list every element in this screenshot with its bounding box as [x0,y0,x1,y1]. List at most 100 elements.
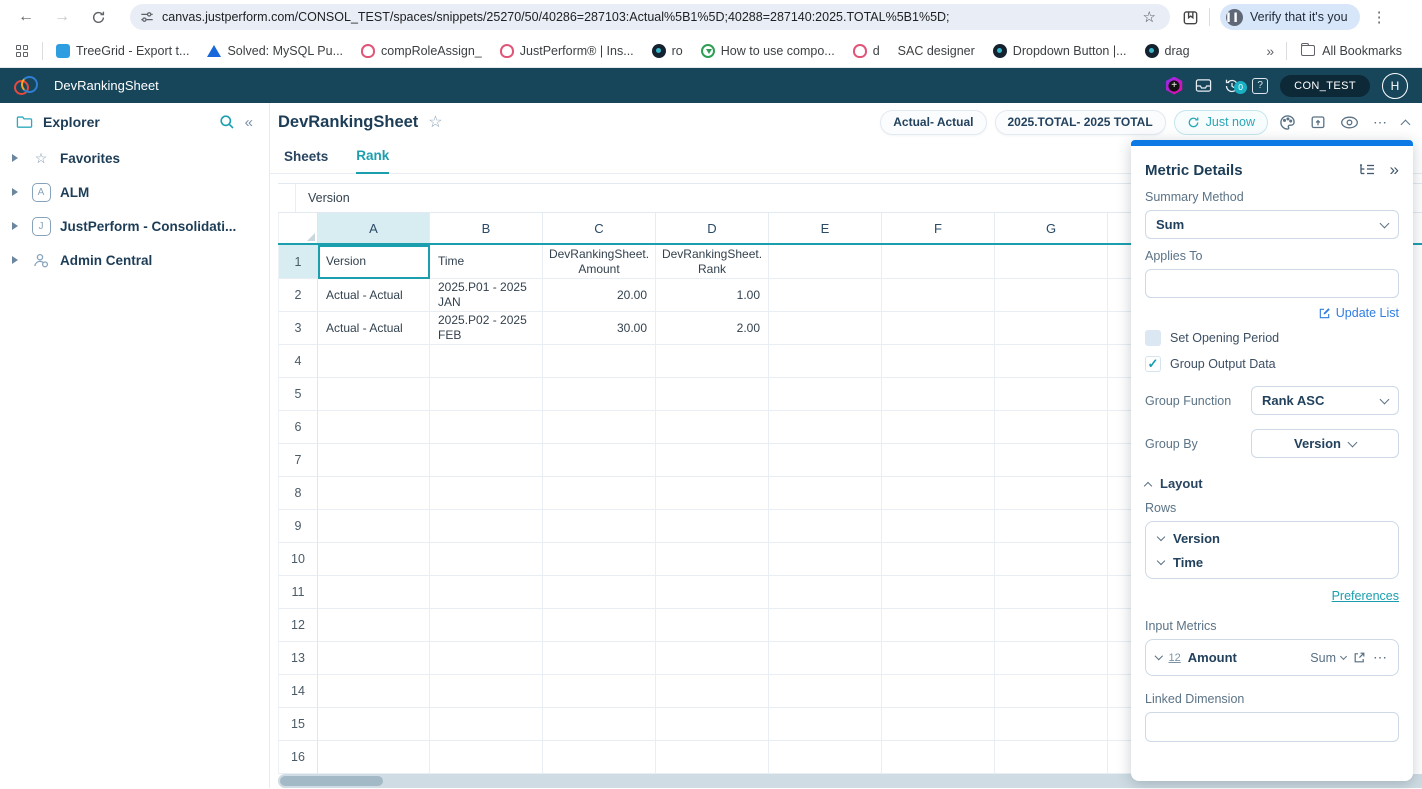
grid-cell[interactable] [995,279,1108,312]
grid-cell[interactable] [318,675,430,708]
checkbox-checked-icon[interactable]: ✓ [1145,356,1161,372]
theme-palette-icon[interactable] [1276,114,1299,131]
bookmark-item[interactable]: TreeGrid - Export t... [56,44,189,58]
grid-cell[interactable] [882,708,995,741]
grid-cell[interactable] [882,378,995,411]
grid-cell[interactable] [769,642,882,675]
grid-cell[interactable] [318,378,430,411]
help-icon[interactable]: ? [1252,78,1268,94]
refresh-status-chip[interactable]: Just now [1174,110,1268,135]
bookmark-item[interactable]: Dropdown Button |... [993,44,1127,58]
external-link-icon[interactable] [1353,651,1366,664]
grid-cell[interactable] [882,675,995,708]
workspace-badge[interactable]: CON_TEST [1280,75,1370,97]
grid-cell[interactable] [430,378,543,411]
scrollbar-thumb[interactable] [280,776,383,786]
column-header[interactable]: D [656,213,769,243]
row-header[interactable]: 6 [278,411,318,444]
grid-cell[interactable] [769,279,882,312]
grid-cell[interactable] [769,543,882,576]
grid-cell[interactable] [995,378,1108,411]
grid-cell[interactable] [769,609,882,642]
grid-cell[interactable] [995,245,1108,279]
grid-cell[interactable] [769,444,882,477]
grid-cell[interactable]: 30.00 [543,312,656,345]
grid-cell[interactable] [543,576,656,609]
bookmark-item[interactable]: d [853,44,880,58]
grid-cell[interactable] [995,543,1108,576]
all-bookmarks-button[interactable]: All Bookmarks [1301,44,1402,58]
grid-cell[interactable] [543,741,656,774]
grid-cell[interactable] [318,609,430,642]
grid-cell[interactable]: DevRankingSheet. Rank [656,245,769,279]
grid-cell[interactable] [882,245,995,279]
grid-cell[interactable] [882,609,995,642]
grid-cell[interactable] [882,741,995,774]
expander-icon[interactable] [12,256,18,264]
inbox-icon[interactable] [1195,78,1212,93]
grid-cell[interactable] [656,642,769,675]
grid-cell[interactable] [656,411,769,444]
row-header[interactable]: 8 [278,477,318,510]
group-by-dropdown[interactable]: Version [1251,429,1399,458]
grid-cell[interactable] [430,741,543,774]
grid-cell[interactable] [318,642,430,675]
grid-cell[interactable] [769,312,882,345]
grid-cell[interactable] [882,444,995,477]
grid-cell[interactable] [656,741,769,774]
row-header[interactable]: 2 [278,279,318,312]
row-header[interactable]: 11 [278,576,318,609]
grid-cell[interactable] [543,609,656,642]
grid-cell[interactable] [543,411,656,444]
grid-cell[interactable] [882,510,995,543]
hexagon-app-icon[interactable] [1165,77,1183,95]
grid-cell[interactable] [318,510,430,543]
bookmarks-overflow-icon[interactable]: » [1258,43,1282,59]
grid-cell[interactable] [882,345,995,378]
grid-cell[interactable] [430,411,543,444]
tab-rank[interactable]: Rank [356,148,389,174]
grid-cell[interactable] [656,576,769,609]
collapse-sidebar-icon[interactable]: « [245,114,253,131]
grid-cell[interactable] [430,708,543,741]
row-header[interactable]: 14 [278,675,318,708]
side-panel-icon[interactable] [1182,9,1199,26]
grid-cell[interactable] [995,741,1108,774]
bookmark-item[interactable]: ro [652,44,683,58]
applies-to-input[interactable] [1145,269,1399,298]
input-metric-amount[interactable]: 12 Amount Sum ⋯ [1145,639,1399,676]
grid-cell[interactable] [656,609,769,642]
column-header[interactable]: F [882,213,995,243]
grid-cell[interactable] [430,609,543,642]
layout-section-header[interactable]: Layout [1145,476,1399,491]
grid-cell[interactable] [656,708,769,741]
favorite-star-icon[interactable]: ☆ [428,112,442,132]
column-header[interactable]: A [318,213,430,243]
context-chip-version[interactable]: Actual- Actual [880,110,986,135]
row-header[interactable]: 5 [278,378,318,411]
row-header[interactable]: 15 [278,708,318,741]
grid-cell[interactable] [318,345,430,378]
avatar[interactable]: H [1382,73,1408,99]
row-header[interactable]: 7 [278,444,318,477]
bookmark-item[interactable]: drag [1145,44,1190,58]
grid-cell[interactable] [995,345,1108,378]
grid-cell[interactable] [656,378,769,411]
back-icon[interactable]: ← [12,3,40,31]
grid-cell[interactable] [656,444,769,477]
metric-aggregation-dropdown[interactable]: Sum [1310,651,1346,665]
group-output-data-row[interactable]: ✓ Group Output Data [1145,356,1399,372]
collapse-panel-icon[interactable]: » [1390,160,1399,180]
justperform-logo-icon[interactable] [14,76,40,96]
grid-cell[interactable] [543,345,656,378]
export-icon[interactable] [1307,114,1329,130]
reload-icon[interactable] [84,3,112,31]
grid-cell[interactable] [318,411,430,444]
grid-cell[interactable] [543,675,656,708]
grid-cell[interactable] [882,477,995,510]
grid-cell[interactable] [995,576,1108,609]
grid-cell[interactable] [430,543,543,576]
grid-cell[interactable] [995,609,1108,642]
grid-cell[interactable] [995,411,1108,444]
grid-cell[interactable] [543,510,656,543]
